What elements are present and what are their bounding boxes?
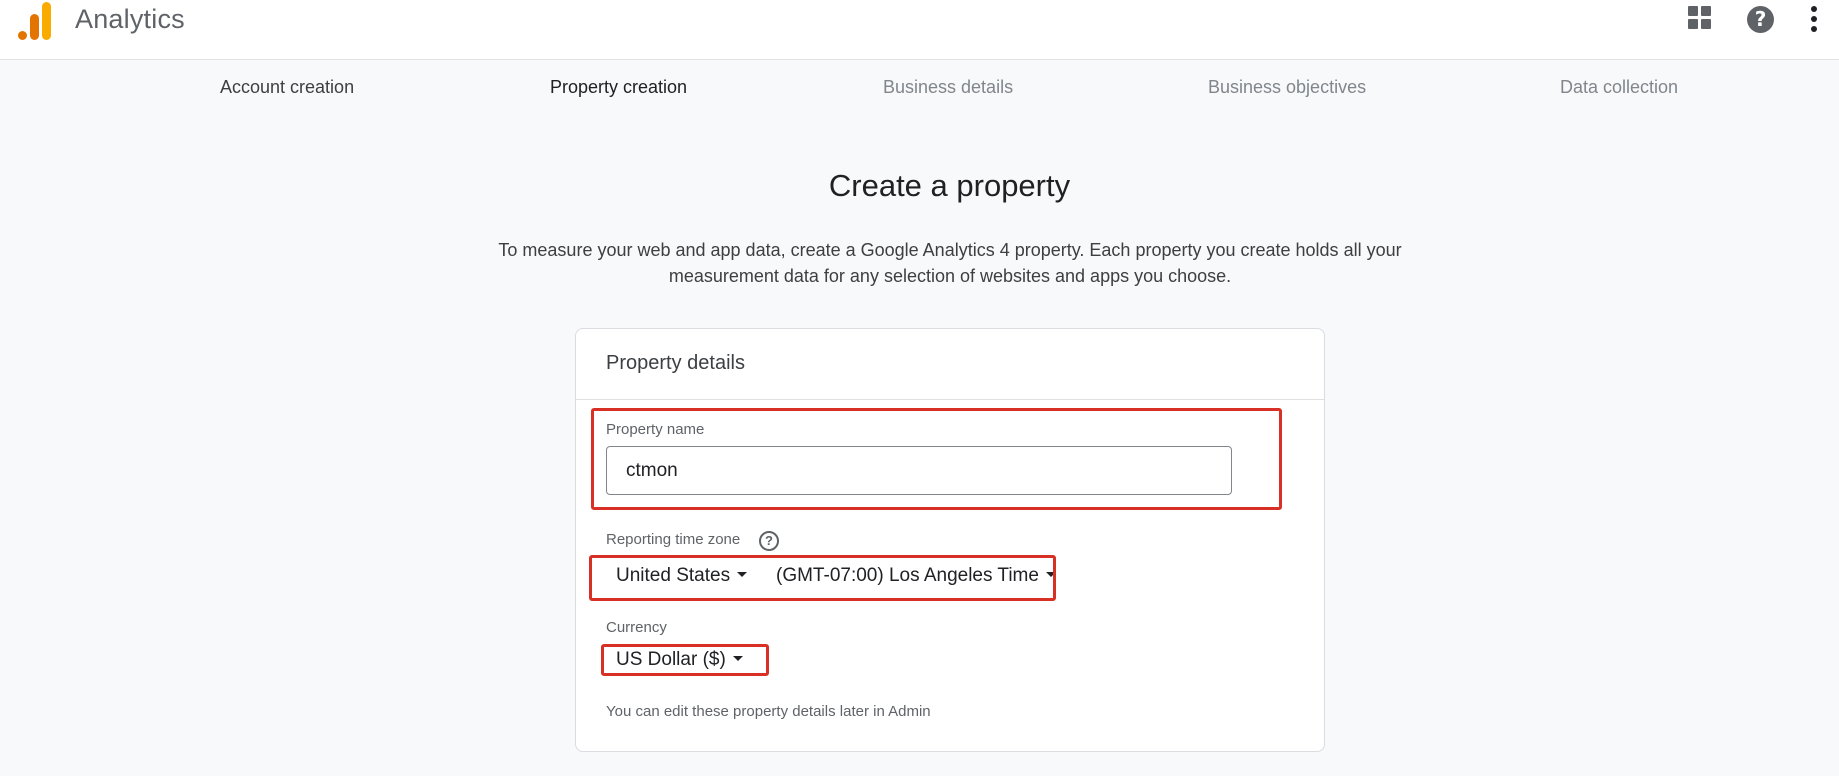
- page-description: To measure your web and app data, create…: [498, 240, 1402, 286]
- step-business-details[interactable]: Business details: [883, 77, 1013, 98]
- currency-select[interactable]: US Dollar ($): [616, 649, 743, 671]
- step-business-objectives[interactable]: Business objectives: [1208, 77, 1366, 98]
- dropdown-caret-icon: [1045, 571, 1056, 577]
- more-vert-icon[interactable]: [1809, 6, 1819, 34]
- country-select[interactable]: United States: [616, 565, 748, 587]
- setup-stepper: Account creation Property creation Busin…: [0, 60, 1839, 110]
- card-title: Property details: [606, 352, 745, 374]
- card-header: Property details: [576, 329, 1324, 400]
- app-header: Analytics ?: [0, 0, 1839, 60]
- step-data-collection[interactable]: Data collection: [1560, 77, 1678, 98]
- app-title: Analytics: [75, 4, 185, 34]
- edit-later-hint: You can edit these property details late…: [606, 703, 931, 720]
- step-property-creation[interactable]: Property creation: [550, 77, 687, 98]
- time-zone-select[interactable]: (GMT-07:00) Los Angeles Time: [776, 565, 1056, 587]
- currency-label: Currency: [606, 619, 667, 636]
- country-select-value: United States: [616, 565, 731, 586]
- analytics-logo-icon[interactable]: [18, 0, 52, 40]
- page-title: Create a property: [828, 168, 1071, 203]
- step-account-creation[interactable]: Account creation: [220, 77, 354, 98]
- time-zone-label: Reporting time zone: [606, 531, 741, 548]
- property-name-label: Property name: [606, 421, 705, 438]
- help-circle-icon[interactable]: ?: [759, 531, 779, 551]
- apps-icon[interactable]: [1688, 6, 1712, 30]
- property-name-input[interactable]: ctmon: [606, 446, 1232, 495]
- help-icon[interactable]: ?: [1747, 6, 1774, 33]
- dropdown-caret-icon: [732, 655, 743, 661]
- currency-select-value: US Dollar ($): [616, 649, 726, 670]
- time-zone-select-value: (GMT-07:00) Los Angeles Time: [776, 565, 1039, 586]
- property-details-card: Property details Property name ctmon Rep…: [575, 328, 1325, 752]
- dropdown-caret-icon: [737, 571, 748, 577]
